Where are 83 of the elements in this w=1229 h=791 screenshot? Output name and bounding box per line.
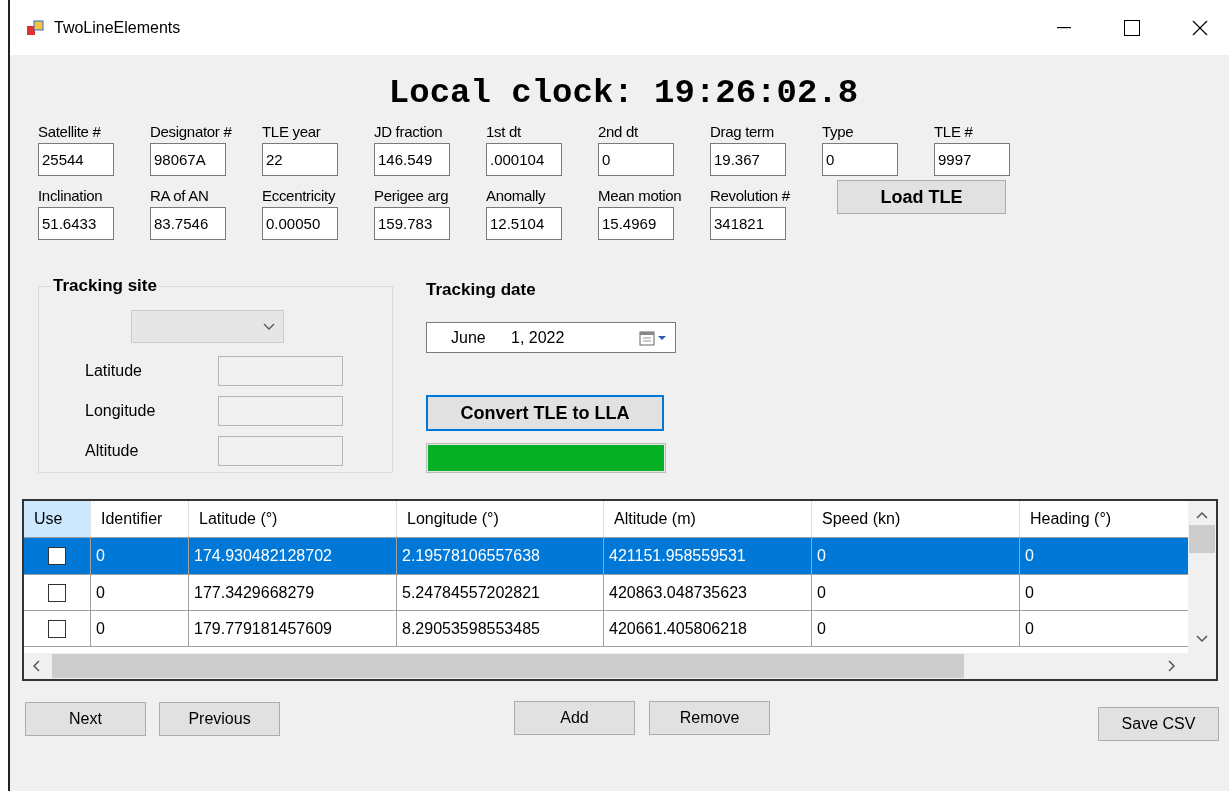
window-title: TwoLineElements [54,18,182,37]
input-field[interactable]: 22 [262,143,338,176]
field-label: Satellite # [38,123,101,142]
input-field[interactable]: 9997 [934,143,1010,176]
app-icon [26,18,44,37]
checkbox[interactable] [48,619,66,638]
input-field[interactable]: 19.367 [710,143,786,176]
table-cell: 420661.405806218 [604,611,812,646]
input-field[interactable]: 12.5104 [486,207,562,240]
input-field[interactable]: 98067A [150,143,226,176]
date-picker[interactable]: June 1, 2022 [426,322,676,353]
table-row[interactable]: 0 174.930482128702 2.19578106557638 421151.958559531 0 0 [24,538,1188,575]
checkbox[interactable] [48,583,66,602]
convert-button[interactable]: Convert TLE to LLA [426,395,664,431]
chevron-down-icon [1196,635,1208,643]
save-csv-button[interactable]: Save CSV [1098,707,1219,741]
table-cell: 179.779181457609 [189,611,397,646]
field-label: Inclination [38,187,103,206]
close-icon [1192,19,1208,36]
field-label: Mean motion [598,187,682,206]
nav-button[interactable]: Next [25,702,146,736]
table-cell: 177.3429668279 [189,575,397,610]
field-label: Designator # [150,123,232,142]
input-field[interactable]: .000104 [486,143,562,176]
load-tle-button[interactable]: Load TLE [837,180,1006,214]
input-field[interactable]: 25544 [38,143,114,176]
table-cell: 5.24784557202821 [397,575,604,610]
chevron-up-icon [1196,511,1208,519]
input-field[interactable]: 51.6433 [38,207,114,240]
minimize-icon [1057,26,1071,29]
field-label: TLE # [934,123,973,142]
field-label: 2nd dt [598,123,638,142]
input-field[interactable]: 0 [822,143,898,176]
field-label: Longitude [85,402,157,420]
field-label: Altitude [85,442,140,460]
table-cell: 0 [812,575,1020,610]
scrollbar-thumb[interactable] [1189,525,1215,553]
group-title: Tracking site [52,276,158,296]
field-label: Revolution # [710,187,790,206]
table-cell: 8.29053598553485 [397,611,604,646]
nav-button[interactable]: Previous [159,702,280,736]
table-cell: 0 [812,538,1020,574]
column-header[interactable]: Use [24,501,91,537]
table-cell: 0 [812,611,1020,646]
chevron-right-icon [1168,660,1176,672]
input-field[interactable]: 0.00050 [262,207,338,240]
table-row[interactable]: 0 177.3429668279 5.24784557202821 420863.048735623 0 0 [24,575,1188,611]
clock-heading: Local clock: 19:26:02.8 [387,73,860,113]
checkbox[interactable] [48,547,66,565]
section-title: Tracking date [426,280,537,300]
input-field[interactable]: 341821 [710,207,786,240]
table-cell: 174.930482128702 [189,538,397,574]
table-cell: 2.19578106557638 [397,538,604,574]
scrollbar-thumb[interactable] [52,654,964,678]
table-cell: 0 [91,575,189,610]
field-label: JD fraction [374,123,443,142]
input-field[interactable]: 83.7546 [150,207,226,240]
field-label: Anomally [486,187,546,206]
field-label: TLE year [262,123,321,142]
chevron-left-icon [32,660,40,672]
input-field[interactable]: 0 [598,143,674,176]
table-cell: 0 [91,538,189,574]
maximize-icon [1124,19,1140,36]
edit-button[interactable]: Remove [649,701,770,735]
field-label: Type [822,123,854,142]
input-field[interactable]: 15.4969 [598,207,674,240]
table-cell: 0 [91,611,189,646]
table-cell: 420863.048735623 [604,575,812,610]
calendar-icon [639,329,669,346]
table-row[interactable]: 0 179.779181457609 8.29053598553485 420661.405806218 0 0 [24,611,1188,647]
chevron-down-icon [263,322,275,331]
vertical-scrollbar[interactable] [1188,501,1216,653]
field-label: Drag term [710,123,774,142]
field-label: 1st dt [486,123,521,142]
edit-button[interactable]: Add [514,701,635,735]
field-label: Latitude [85,362,143,380]
horizontal-scrollbar[interactable] [24,653,1188,679]
field-label: RA of AN [150,187,209,206]
table-cell: 421151.958559531 [604,538,812,574]
input-field[interactable]: 146.549 [374,143,450,176]
field-label: Perigee arg [374,187,449,206]
field-label: Eccentricity [262,187,336,206]
input-field[interactable]: 159.783 [374,207,450,240]
